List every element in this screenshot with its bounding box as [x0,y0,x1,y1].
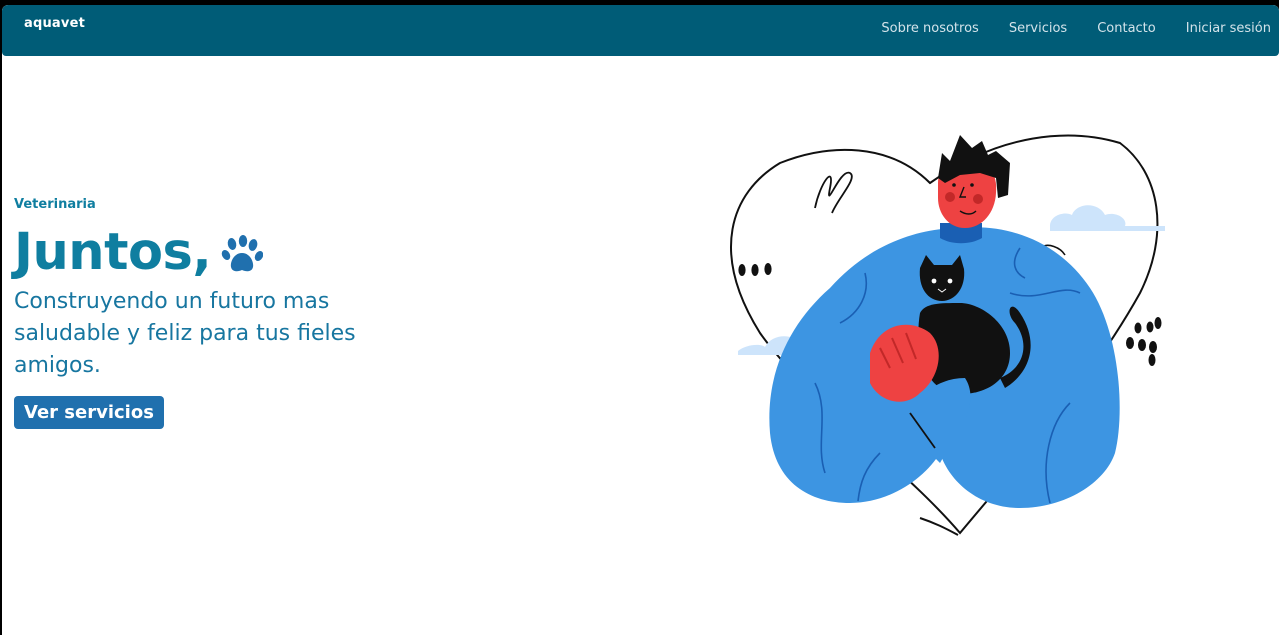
hero-subtitle: Construyendo un futuro mas saludable y f… [14,289,356,378]
hero-text: Veterinaria Juntos, Construyendo un futu… [14,197,414,429]
nav-link-sobre-nosotros[interactable]: Sobre nosotros [881,21,978,36]
nav-link-contacto[interactable]: Contacto [1097,21,1156,36]
cloud-right [1050,205,1165,231]
hero-headline-text: Juntos, [14,223,212,282]
ver-servicios-button[interactable]: Ver servicios [14,396,164,429]
nav-links: Sobre nosotros Servicios Contacto Inicia… [881,21,1271,36]
hero-illustration [730,134,1165,536]
nav-link-servicios[interactable]: Servicios [1009,21,1067,36]
page-frame: aquavet Sobre nosotros Servicios Contact… [2,5,1279,635]
nav-link-iniciar-sesion[interactable]: Iniciar sesión [1186,21,1271,36]
hero-headline: Juntos, [14,224,414,282]
navbar: aquavet Sobre nosotros Servicios Contact… [2,5,1279,56]
paw-icon [222,235,264,272]
scribble [814,171,853,214]
heart-tail [919,517,959,536]
brand-logo[interactable]: aquavet [24,16,85,31]
hero-eyebrow: Veterinaria [14,197,96,212]
